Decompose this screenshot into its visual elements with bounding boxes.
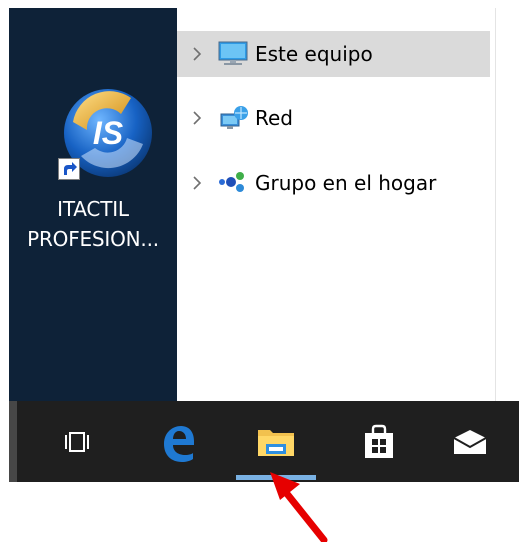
explorer-navigation-pane: Este equipo Red Grupo en el hogar <box>177 8 495 401</box>
computer-icon <box>217 38 255 70</box>
taskbar-mail-button[interactable] <box>443 401 497 482</box>
taskbar-file-explorer-button[interactable] <box>249 401 303 482</box>
homegroup-icon <box>217 167 255 199</box>
expand-chevron-icon[interactable] <box>177 111 217 125</box>
taskbar-edge-button[interactable] <box>151 401 205 482</box>
mail-icon <box>453 429 487 454</box>
nav-item-label: Grupo en el hogar <box>255 171 437 195</box>
itactil-logo-letters: IS <box>93 115 124 151</box>
nav-item-label: Este equipo <box>255 42 373 66</box>
task-view-icon <box>65 431 89 452</box>
taskbar-left-edge <box>9 401 17 482</box>
desktop-shortcut-label-line2: PROFESION... <box>27 227 159 251</box>
taskbar <box>9 401 519 482</box>
explorer-pane-border <box>495 8 496 401</box>
expand-chevron-icon[interactable] <box>177 47 217 61</box>
nav-item-label: Red <box>255 106 293 130</box>
nav-item-este-equipo[interactable]: Este equipo <box>177 31 490 77</box>
desktop-shortcut-label-line1: ITACTIL <box>57 197 129 221</box>
taskbar-task-view-button[interactable] <box>50 401 104 482</box>
desktop-shortcut-label: ITACTIL PROFESION... <box>9 194 177 254</box>
store-icon <box>365 424 393 458</box>
desktop: IS ITACTIL PROFESION... <box>9 8 177 401</box>
network-icon <box>217 102 255 134</box>
nav-item-grupo-en-el-hogar[interactable]: Grupo en el hogar <box>177 160 490 206</box>
edge-icon <box>164 425 194 462</box>
expand-chevron-icon[interactable] <box>177 176 217 190</box>
file-explorer-icon <box>258 429 294 456</box>
nav-item-red[interactable]: Red <box>177 95 490 141</box>
active-app-indicator <box>236 475 316 480</box>
taskbar-store-button[interactable] <box>352 401 406 482</box>
shortcut-arrow-icon <box>58 158 80 180</box>
